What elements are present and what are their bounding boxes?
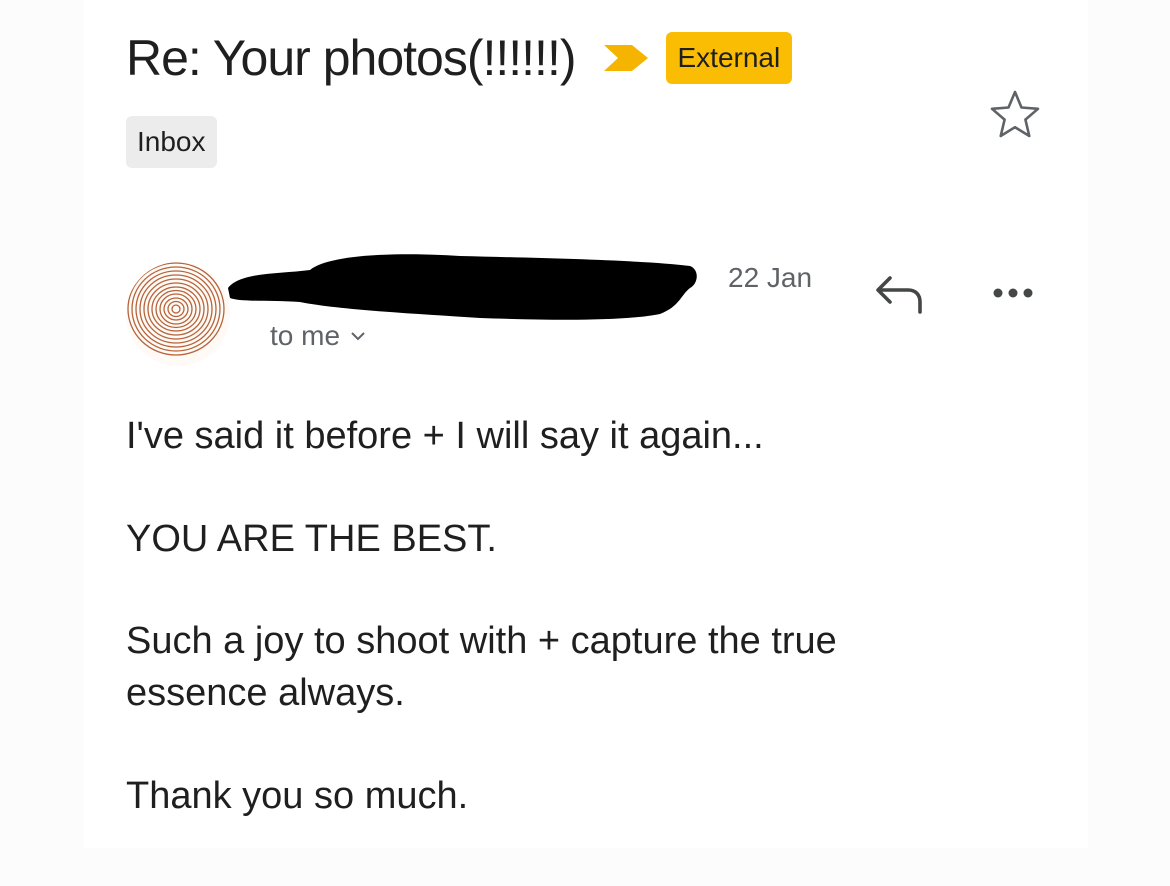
recipient-toggle[interactable]: to me xyxy=(270,320,366,352)
subject-row: Re: Your photos(!!!!!!) External xyxy=(126,28,793,88)
body-paragraph: Thank you so much. xyxy=(126,775,469,817)
sender-name-redaction xyxy=(228,254,697,320)
chevron-down-icon xyxy=(351,332,365,341)
importance-marker-icon[interactable] xyxy=(602,43,650,73)
more-options-icon[interactable] xyxy=(988,280,1038,306)
reply-icon[interactable] xyxy=(874,270,928,316)
star-icon[interactable] xyxy=(988,88,1042,142)
body-paragraph: YOU ARE THE BEST. xyxy=(126,518,497,560)
label-inbox[interactable]: Inbox xyxy=(126,116,217,168)
email-subject: Re: Your photos(!!!!!!) xyxy=(126,30,576,86)
body-paragraph: I've said it before + I will say it agai… xyxy=(126,415,764,457)
email-view: Re: Your photos(!!!!!!) External Inbox t… xyxy=(0,0,1170,886)
recipient-text: to me xyxy=(270,320,341,351)
email-date: 22 Jan xyxy=(728,262,813,293)
sender-avatar[interactable] xyxy=(126,262,230,366)
label-external[interactable]: External xyxy=(665,32,793,84)
fingerprint-avatar-icon xyxy=(127,262,225,356)
body-paragraph: Such a joy to shoot with + capture the t… xyxy=(126,620,837,714)
